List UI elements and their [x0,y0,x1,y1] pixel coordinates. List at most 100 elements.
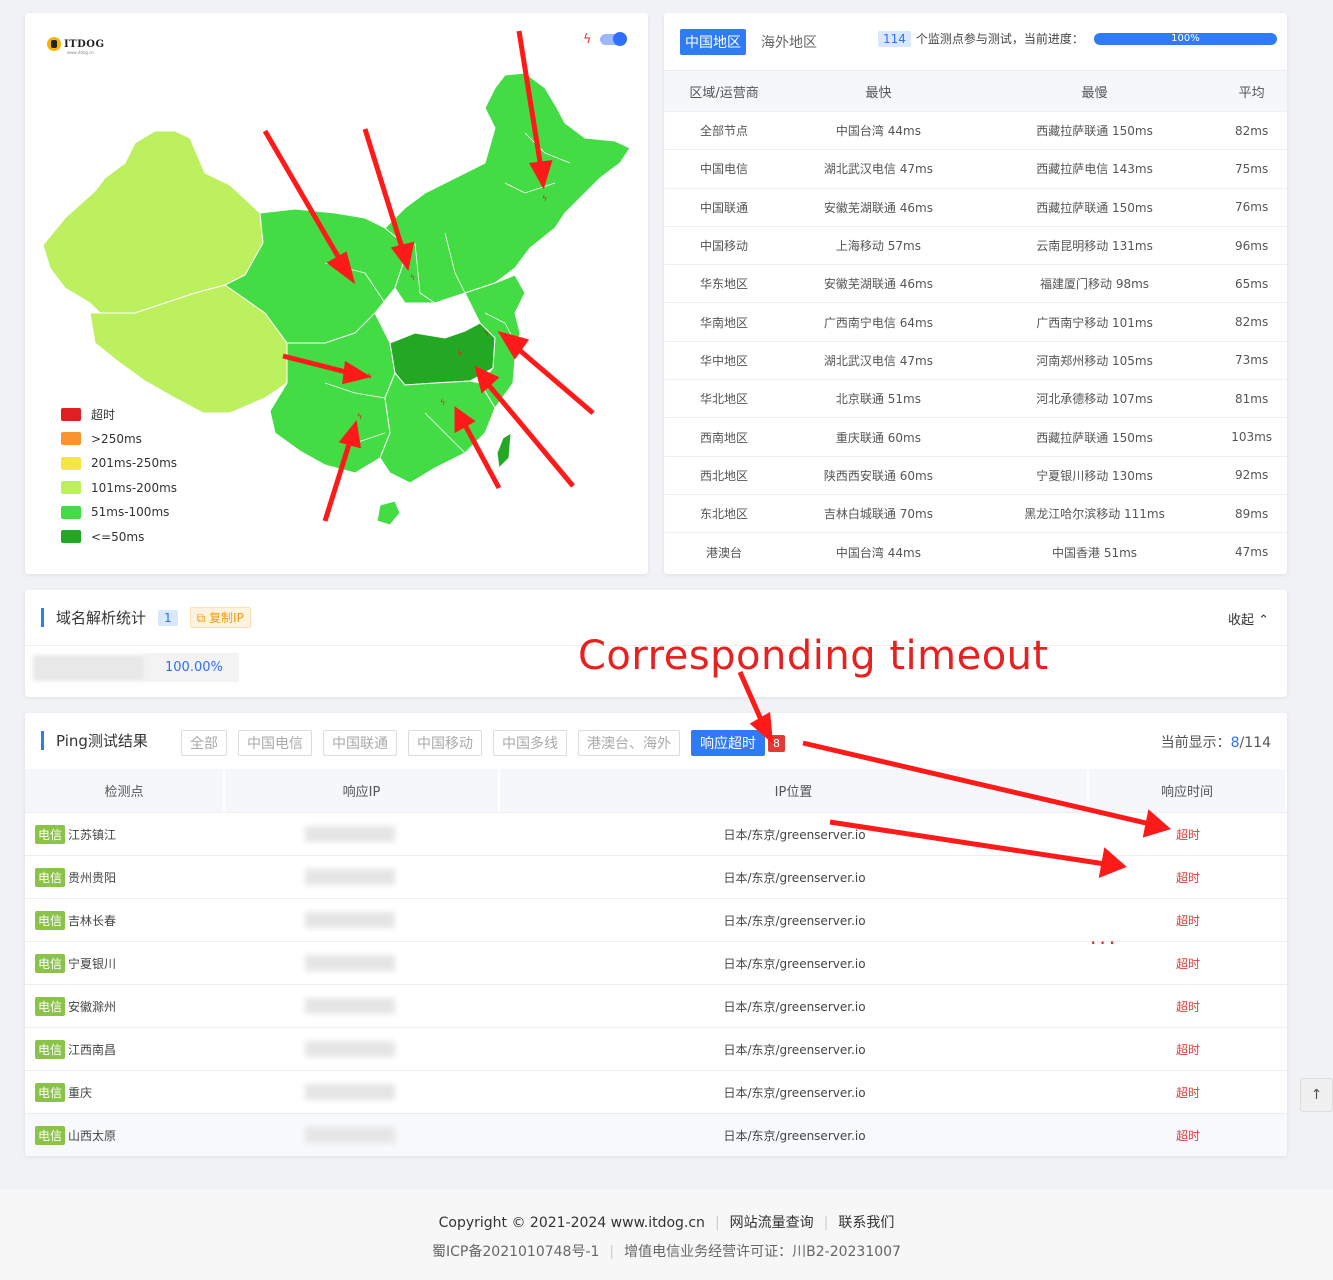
progress-label: 个监测点参与测试，当前进度： [915,32,1084,46]
region-south[interactable] [379,372,496,484]
table-row: 电信 山西太原 日本/东京/greenserver.io 超时 [25,1113,1287,1156]
isp-tag: 电信 [35,867,66,887]
col-header-response-ip: 响应IP [225,769,500,812]
legend-swatch [61,432,81,446]
legend-item[interactable]: 101ms-200ms [61,476,177,501]
table-cell: 云南昆明移动 131ms [972,225,1217,265]
filter-tab[interactable]: 中国移动 [408,730,482,756]
table-cell: 湖北武汉电信 47ms [784,149,973,189]
filter-tab[interactable]: 港澳台、海外 [578,730,680,756]
response-ip-cell [225,941,500,984]
response-time: 超时 [1089,898,1287,941]
table-cell: 中国台湾 44ms [784,532,973,572]
filter-tab[interactable]: 中国多线 [493,730,567,756]
isp-tag: 电信 [35,1039,66,1059]
legend-swatch [61,505,81,519]
probe-cell: 电信 江西南昌 [25,1027,225,1070]
region-tabs: 中国地区 海外地区 [680,29,832,55]
total-count: /114 [1239,735,1271,751]
filter-tab[interactable]: 中国电信 [238,730,312,756]
isp-tag: 电信 [35,824,66,844]
table-cell: 中国台湾 44ms [784,110,973,150]
filter-tab[interactable]: 中国联通 [323,730,397,756]
chevron-up-icon: ⌃ [1258,613,1269,628]
blurred-ip [305,912,395,928]
blurred-ip [305,869,395,885]
table-row: 电信 安徽滁州 日本/东京/greenserver.io 超时 [25,984,1287,1027]
legend-item[interactable]: 51ms-100ms [61,500,177,525]
region-hainan[interactable] [376,500,401,526]
response-time: 超时 [1089,984,1287,1027]
section-accent-bar [41,731,44,750]
progress-bar-fill: 100% [1093,32,1277,45]
legend-item[interactable]: 超时 [61,402,177,427]
current-display-count: 当前显示：8/114 [1161,732,1271,752]
dns-result-row: 100.00% [33,653,239,682]
table-cell: 黑龙江哈尔滨移动 111ms [972,493,1217,533]
table-cell: 全部节点 [664,110,785,150]
probe-city: 山西太原 [68,1128,117,1143]
table-cell: 安徽芜湖联通 46ms [784,187,973,227]
col-header-slowest: 最慢 [972,70,1217,112]
probe-city: 吉林长春 [68,913,117,928]
col-header-region: 区域/运营商 [664,70,785,112]
contact-us-link[interactable]: 联系我们 [838,1215,894,1231]
blurred-ip [305,1084,395,1100]
ping-section-title: Ping测试结果 [56,732,148,750]
legend-swatch [61,481,81,495]
region-north[interactable] [384,72,631,304]
legend-label: 51ms-100ms [91,505,170,520]
node-marker-icon: ϟ [440,398,445,407]
scroll-to-top-button[interactable]: ↑ [1300,1078,1333,1112]
filter-tab[interactable]: 响应超时 [691,730,765,756]
table-cell: 73ms [1216,340,1287,380]
ping-section-header: Ping测试结果 [41,730,148,751]
tab-overseas-region[interactable]: 海外地区 [756,29,822,55]
legend-label: 101ms-200ms [91,480,178,495]
node-count-badge: 114 [878,30,911,47]
copy-ip-button[interactable]: ⧉ 复制IP [189,607,251,628]
legend-item[interactable]: <=50ms [61,525,177,550]
region-taiwan[interactable] [496,432,512,470]
table-cell: 华东地区 [664,264,785,303]
probe-cell: 电信 重庆 [25,1070,225,1113]
legend-item[interactable]: 201ms-250ms [61,451,177,476]
table-cell: 西北地区 [664,455,785,495]
collapse-button[interactable]: 收起 ⌃ [1228,609,1269,628]
page-footer: Copyright © 2021-2024 www.itdog.cn | 网站流量查… [0,1190,1333,1280]
dns-section-title: 域名解析统计 [56,609,147,627]
latency-map-card: ITDOG www.itdog.cn ϟ ϟ ϟ ϟ ϟ ϟ ϟ 超时 >250… [25,13,648,574]
blurred-ip [305,1041,395,1057]
table-cell: 82ms [1216,110,1287,150]
table-row: 中国联通 安徽芜湖联通 46ms 西藏拉萨联通 150ms 76ms [664,187,1287,227]
response-ip-cell [225,1027,500,1070]
tab-china-region[interactable]: 中国地区 [680,29,746,55]
table-cell: 上海移动 57ms [784,225,973,265]
filter-tab[interactable]: 全部 [181,730,227,756]
col-header-response-time: 响应时间 [1089,769,1287,812]
footer-separator: | [714,1215,720,1231]
table-cell: 92ms [1216,455,1287,495]
node-marker-icon: ϟ [542,194,547,203]
traffic-query-link[interactable]: 网站流量查询 [730,1215,814,1231]
ip-location: 日本/东京/greenserver.io [500,898,1089,941]
legend-item[interactable]: >250ms [61,427,177,452]
table-cell: 吉林白城联通 70ms [784,493,973,533]
table-cell: 89ms [1216,493,1287,533]
col-header-fastest: 最快 [784,70,973,112]
probe-city: 江西南昌 [68,1042,117,1057]
annotation-label: Corresponding timeout [578,633,1049,679]
ping-results-card: Ping测试结果 全部 中国电信 中国联通 中国移动 中国多线 港澳台、海外 响应超时 8 当… [25,713,1287,1156]
icp-link[interactable]: 蜀ICP备2021010748号-1 [432,1244,599,1260]
response-time: 超时 [1089,812,1287,855]
blurred-ip [305,826,395,842]
blurred-ip [305,998,395,1014]
test-progress: 114 个监测点参与测试，当前进度： 100% [878,30,1277,47]
probe-cell: 电信 宁夏银川 [25,941,225,984]
table-row: 东北地区 吉林白城联通 70ms 黑龙江哈尔滨移动 111ms 89ms [664,493,1287,533]
table-cell: 广西南宁电信 64ms [784,302,973,342]
isp-tag: 电信 [35,953,66,973]
table-row: 西北地区 陕西西安联通 60ms 宁夏银川移动 130ms 92ms [664,455,1287,495]
response-ip-cell [225,1113,500,1156]
node-marker-icon: ϟ [457,349,462,358]
